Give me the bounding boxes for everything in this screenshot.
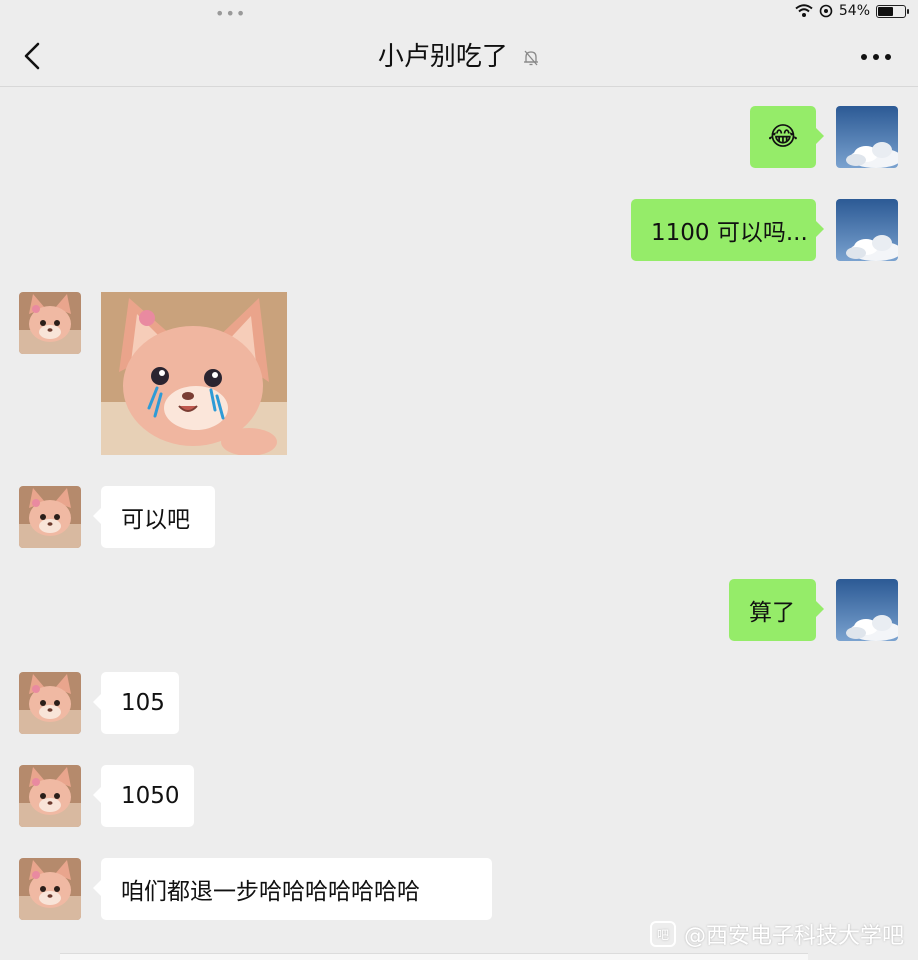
contact-avatar[interactable]	[19, 292, 81, 354]
crying-fox-sticker[interactable]	[101, 292, 287, 455]
battery-fill	[878, 6, 894, 16]
message-text: 1050	[121, 783, 180, 809]
message-bubble-text[interactable]: 咱们都退一步哈哈哈哈哈哈哈	[93, 858, 492, 920]
message-text: 咱们都退一步哈哈哈哈哈哈哈	[121, 879, 420, 905]
chat-header: 小卢别吃了	[0, 26, 918, 87]
tieba-logo-icon: 吧	[649, 921, 676, 947]
message-bubble-text[interactable]: 1100 可以吗...	[631, 199, 824, 261]
battery-icon	[876, 4, 909, 18]
more-options-button[interactable]	[856, 42, 896, 72]
contact-avatar[interactable]	[19, 765, 81, 827]
multitask-dots-icon[interactable]: •••	[215, 4, 246, 23]
watermark: 吧 @西安电子科技大学吧	[649, 918, 904, 950]
message-text: 105	[121, 690, 165, 716]
message-text: 1100 可以吗...	[651, 220, 808, 246]
my-avatar[interactable]	[836, 106, 898, 168]
my-avatar[interactable]	[836, 579, 898, 641]
contact-avatar[interactable]	[19, 672, 81, 734]
message-bubble-text[interactable]: 算了	[729, 579, 824, 641]
message-bubble-emoji[interactable]: 😂	[750, 106, 824, 168]
input-bar-edge[interactable]	[60, 953, 808, 960]
status-indicators: 54%	[795, 3, 909, 19]
contact-avatar[interactable]	[19, 858, 81, 920]
message-text: 算了	[749, 600, 795, 626]
message-text: 可以吧	[121, 507, 190, 533]
crying-plush-fox-icon	[101, 292, 287, 455]
chat-title: 小卢别吃了	[377, 42, 508, 72]
message-bubble-text[interactable]: 105	[93, 672, 179, 734]
message-bubble-text[interactable]: 1050	[93, 765, 194, 827]
battery-percent: 54%	[838, 3, 870, 19]
laughing-crying-emoji-icon: 😂	[767, 122, 799, 152]
chat-title-area[interactable]: 小卢别吃了	[0, 36, 918, 73]
my-avatar[interactable]	[836, 199, 898, 261]
status-bar: ••• 54%	[0, 0, 918, 26]
location-icon	[819, 4, 833, 18]
mute-bell-icon	[524, 50, 539, 65]
contact-avatar[interactable]	[19, 486, 81, 548]
watermark-text: @西安电子科技大学吧	[683, 924, 904, 949]
wifi-icon	[795, 4, 813, 17]
message-bubble-text[interactable]: 可以吧	[93, 486, 215, 548]
more-dots-icon	[861, 54, 891, 60]
